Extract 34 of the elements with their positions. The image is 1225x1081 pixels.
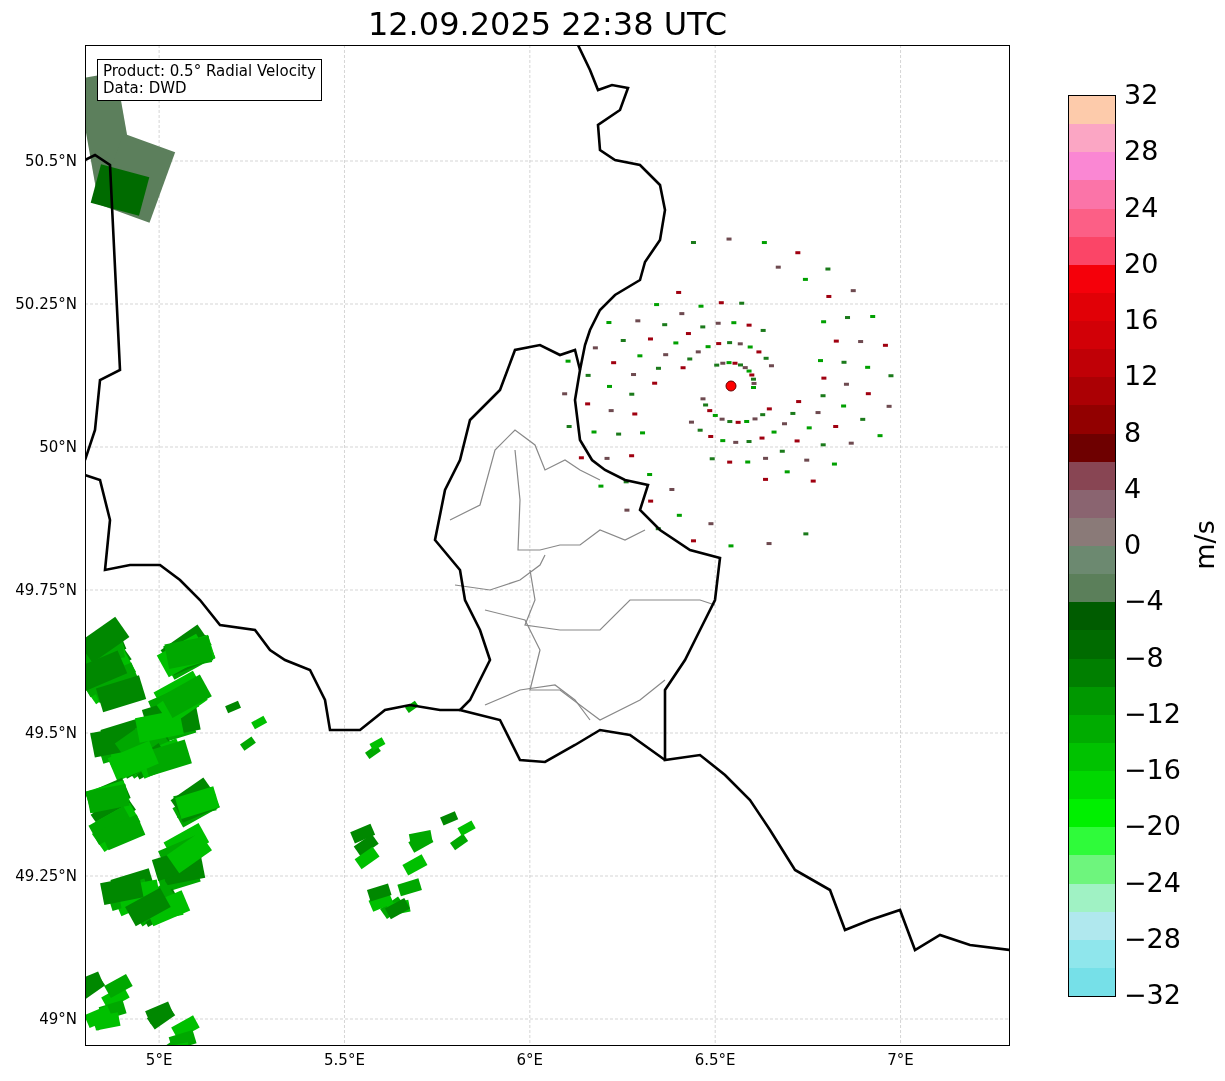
chart-title: 12.09.2025 22:38 UTC: [366, 4, 729, 45]
colorbar-tick-label: −24: [1124, 866, 1181, 898]
latitude-label: 49°N: [39, 1010, 77, 1028]
latitude-label: 49.75°N: [15, 581, 77, 599]
colorbar-tick-label: 20: [1124, 247, 1159, 279]
colorbar-tick-label: −20: [1124, 810, 1181, 842]
colorbar-tick-label: −12: [1124, 697, 1181, 729]
radar-site-marker-icon: [725, 380, 737, 392]
latitude-label: 50.5°N: [24, 152, 77, 170]
latitude-label: 50.25°N: [15, 295, 77, 313]
longitude-label: 5.5°E: [323, 1051, 366, 1069]
colorbar-tick-label: 24: [1124, 191, 1159, 223]
longitude-label: 5°E: [144, 1051, 174, 1069]
colorbar-tick-label: 8: [1124, 416, 1142, 448]
legend-text: Data: DWD: [103, 80, 188, 97]
longitude-label: 6.5°E: [693, 1051, 737, 1069]
colorbar-tick-label: 12: [1124, 360, 1159, 392]
colorbar-tick-label: 4: [1124, 472, 1142, 504]
colorbar-tick-label: 16: [1124, 304, 1159, 335]
colorbar-tick-label: 32: [1124, 79, 1159, 110]
colorbar-tick-label: 0: [1124, 529, 1142, 560]
longitude-label: 6°E: [515, 1051, 545, 1069]
latitude-label: 49.25°N: [15, 867, 77, 885]
latitude-label: 50°N: [39, 438, 77, 456]
colorbar-tick-label: −32: [1124, 979, 1181, 1010]
legend-text: Product: 0.5° Radial Velocity: [103, 63, 316, 80]
colorbar-tick-label: 28: [1124, 135, 1159, 167]
colorbar-unit-label: m/s: [1190, 520, 1220, 570]
colorbar-tick-label: −4: [1124, 585, 1164, 617]
longitude-label: 7°E: [886, 1051, 915, 1069]
colorbar-tick-label: −28: [1124, 922, 1181, 954]
colorbar-tick-label: −8: [1124, 641, 1164, 673]
colorbar-tick-label: −16: [1124, 754, 1181, 785]
latitude-label: 49.5°N: [24, 724, 77, 742]
